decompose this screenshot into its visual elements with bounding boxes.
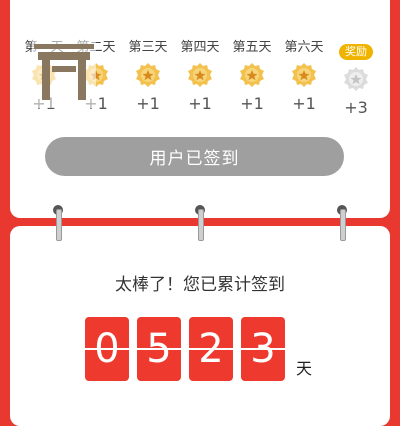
grey-medal-icon [344,67,368,91]
day-item-4: 第四天 +1 [174,40,226,113]
gold-medal-icon [136,63,160,87]
day-item-5: 第五天 +1 [226,40,278,113]
day-item-6: 第六天 +1 [278,40,330,113]
gate-icon [34,44,94,100]
day-label: 第四天 [180,40,220,55]
counter-digit: 5 [137,317,181,381]
counter-digit: 3 [241,317,285,381]
counter-digit: 0 [85,317,129,381]
binder-ring [194,205,206,245]
counter-unit: 天 [296,359,313,378]
signed-in-button[interactable]: 用户已签到 [45,137,344,176]
watermark-overlay [32,38,96,108]
gold-medal-icon [188,63,212,87]
reward-badge: 奖励 [339,44,373,60]
day-label: 第三天 [128,40,168,55]
cumulative-message: 太棒了！您已累计签到 [115,275,285,295]
bonus-text: +1 [188,94,212,113]
day-item-3: 第三天 +1 [122,40,174,113]
gold-medal-icon [292,63,316,87]
binder-ring [52,205,64,245]
bonus-text: +3 [344,98,368,117]
bonus-text: +1 [240,94,264,113]
day-label: 第五天 [232,40,272,55]
bonus-text: +1 [136,94,160,113]
day-item-reward: 奖励 +3 [330,40,382,117]
binder-ring [336,205,348,245]
day-label: 第六天 [284,40,324,55]
gold-medal-icon [240,63,264,87]
bonus-text: +1 [292,94,316,113]
counter-digit: 2 [189,317,233,381]
